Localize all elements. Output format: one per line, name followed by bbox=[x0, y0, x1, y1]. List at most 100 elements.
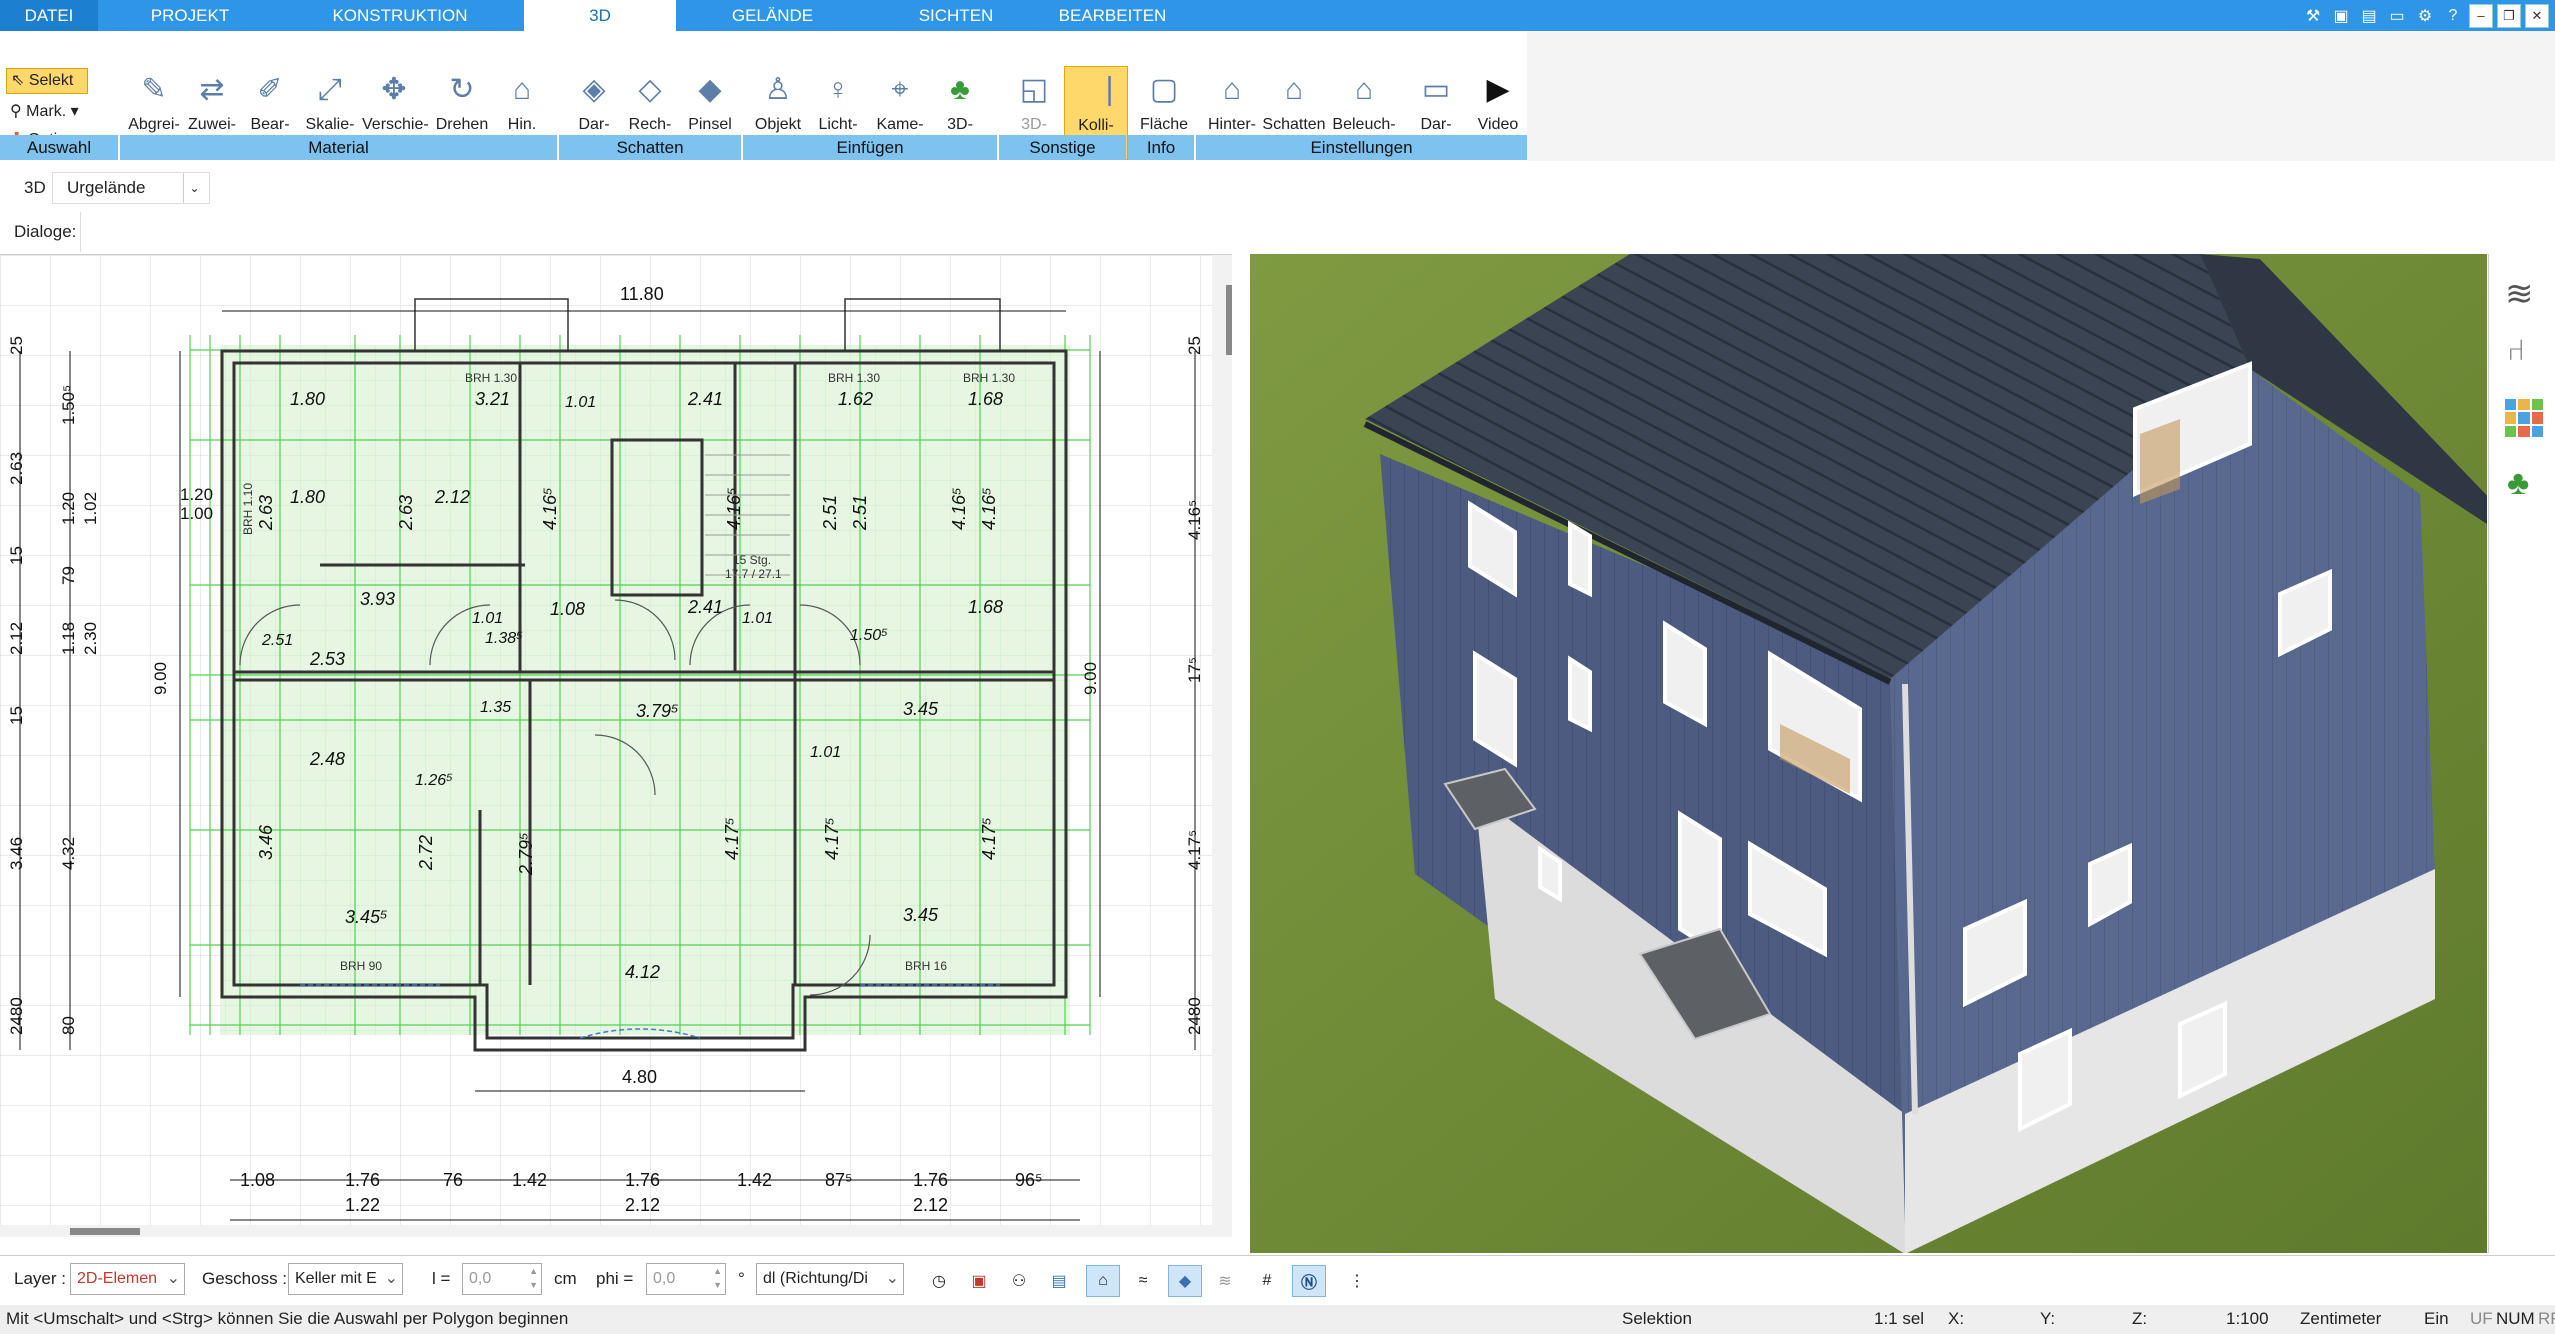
restore-button[interactable]: ❐ bbox=[2497, 3, 2521, 28]
tab-projekt[interactable]: PROJEKT bbox=[118, 0, 262, 31]
ribbon-button-21[interactable]: ▶ Video bbox=[1466, 66, 1530, 136]
dim-text: 87⁵ bbox=[825, 1170, 852, 1190]
compute-icon: ◇ bbox=[638, 73, 662, 106]
room-dim: 2.41 bbox=[687, 389, 723, 409]
folder-icon[interactable]: ▣ bbox=[2329, 4, 2353, 28]
ribbon-button-16[interactable]: ▢ Fläche bbox=[1132, 66, 1196, 136]
ribbon-button-label: Beleuch- bbox=[1332, 116, 1396, 133]
room-dim: 2.41 bbox=[687, 597, 723, 617]
plane-icon[interactable]: ◆ bbox=[1168, 1265, 1202, 1297]
floor-plan-view[interactable]: 11.80 1.80 3.21 2.41 1.62 1.68 1.80 2.12… bbox=[0, 254, 1232, 1237]
tab-3d[interactable]: 3D bbox=[524, 0, 676, 31]
ribbon-button-18[interactable]: ⌂ Schatten bbox=[1262, 66, 1326, 136]
ribbon-button-5[interactable]: ↻ Drehen bbox=[430, 66, 494, 136]
tree-icon[interactable]: ♣ bbox=[2507, 464, 2529, 503]
grid-icon[interactable]: # bbox=[1250, 1265, 1284, 1297]
assign-icon: ⇄ bbox=[199, 73, 225, 106]
window-icon[interactable]: ▭ bbox=[2385, 4, 2409, 28]
status-scale: 1:100 bbox=[2226, 1309, 2269, 1328]
view-label: 3D bbox=[24, 178, 46, 197]
3d-scene[interactable] bbox=[1250, 254, 2487, 1253]
dim-text: 1.22 bbox=[345, 1195, 380, 1215]
group-sonstige: Sonstige bbox=[999, 135, 1126, 160]
north-icon[interactable]: Ⓝ bbox=[1292, 1265, 1326, 1297]
tools-icon[interactable]: ⚒ bbox=[2301, 4, 2325, 28]
dialog-row: Dialoge: bbox=[0, 212, 2555, 252]
dim-text: 4.17⁵ bbox=[1185, 830, 1204, 870]
area-icon: ▢ bbox=[1149, 73, 1179, 106]
tab-konstruktion[interactable]: KONSTRUKTION bbox=[300, 0, 500, 31]
room-dim: 3.45 bbox=[903, 905, 939, 925]
geschoss-value: Keller mit E bbox=[295, 1270, 377, 1287]
tree-bitmap-icon: ♣ bbox=[950, 73, 970, 106]
ribbon-button-label: 3D- bbox=[947, 116, 973, 133]
dim-text: 4.80 bbox=[622, 1067, 657, 1087]
minimize-button[interactable]: – bbox=[2469, 3, 2493, 28]
status-unit: Zentimeter bbox=[2300, 1309, 2382, 1328]
background-icon: ⌂ bbox=[1222, 73, 1242, 106]
view-dropdown[interactable]: Urgelände ⌄ bbox=[52, 172, 210, 204]
room-dim: 4.16⁵ bbox=[540, 487, 560, 530]
section-icon: ◱ bbox=[1019, 73, 1049, 106]
rotate-icon: ↻ bbox=[449, 73, 475, 106]
ribbon-button-9[interactable]: ◆ Pinsel bbox=[678, 66, 742, 136]
chair-icon[interactable]: ⑁ bbox=[2507, 334, 2525, 368]
tab-datei[interactable]: DATEI bbox=[0, 0, 98, 31]
tab-gelaende[interactable]: GELÄNDE bbox=[700, 0, 845, 31]
room-dim: 1.08 bbox=[550, 599, 585, 619]
roof-tool-icon[interactable]: ⌂ bbox=[1086, 1265, 1120, 1297]
dim-text: 1.76 bbox=[913, 1170, 948, 1190]
dim-text: 1.08 bbox=[240, 1170, 275, 1190]
window-controls: ⚒ ▣ ▤ ▭ ⚙ ? – ❐ ✕ bbox=[2301, 0, 2555, 31]
dim-text: 80 bbox=[59, 1016, 78, 1035]
layer-select[interactable]: 2D-Elemen ⌄ bbox=[70, 1263, 185, 1295]
wave-icon[interactable]: ≈ bbox=[1126, 1265, 1160, 1297]
dim-text: 2480 bbox=[7, 997, 26, 1035]
stair-label: 15 Stg. bbox=[733, 553, 771, 567]
ribbon-button-label: Kolli- bbox=[1078, 117, 1114, 134]
tab-bearbeiten[interactable]: BEARBEITEN bbox=[1050, 0, 1175, 31]
plan-vertical-scrollbar[interactable] bbox=[1212, 255, 1232, 1237]
layers-tool-icon[interactable]: ▤ bbox=[1042, 1265, 1076, 1297]
lightbulb-icon: ♀ bbox=[826, 73, 850, 106]
geschoss-select[interactable]: Keller mit E ⌄ bbox=[288, 1263, 403, 1295]
3d-view[interactable] bbox=[1250, 254, 2487, 1253]
plan-horizontal-scroll-thumb[interactable] bbox=[70, 1228, 140, 1235]
plan-horizontal-scrollbar[interactable] bbox=[0, 1225, 1212, 1237]
stack-icon[interactable]: ≋ bbox=[1208, 1265, 1242, 1297]
status-x: X: bbox=[1948, 1309, 1965, 1328]
layers-icon[interactable]: ≋ bbox=[2505, 274, 2534, 314]
group-einstellungen: Einstellungen bbox=[1196, 135, 1527, 160]
room-dim: 4.12 bbox=[625, 962, 660, 982]
mark-button[interactable]: ⚲ Mark. ▾ bbox=[10, 101, 79, 121]
layout-icon[interactable]: ▤ bbox=[2357, 4, 2381, 28]
material-palette-icon[interactable] bbox=[2505, 399, 2543, 437]
settings-icon[interactable]: ⚙ bbox=[2413, 4, 2437, 28]
direction-select[interactable]: dl (Richtung/Di ⌄ bbox=[756, 1263, 904, 1295]
more-icon[interactable]: ⋮ bbox=[1340, 1265, 1374, 1297]
length-input[interactable]: 0,0 ▲ ▼ bbox=[462, 1263, 542, 1295]
phi-input[interactable]: 0,0 ▲ ▼ bbox=[646, 1263, 726, 1295]
selekt-button[interactable]: ⇖ Selekt bbox=[6, 68, 88, 94]
brush-icon: ⌂ bbox=[512, 73, 532, 106]
spinner-icon[interactable]: ▲ ▼ bbox=[713, 1264, 722, 1292]
ribbon-button-label: Bear- bbox=[250, 116, 290, 133]
clock-icon[interactable]: ◷ bbox=[922, 1265, 956, 1297]
status-y: Y: bbox=[2040, 1309, 2056, 1328]
cube-icon: ◈ bbox=[582, 73, 606, 106]
status-uf: UF bbox=[2470, 1309, 2493, 1328]
room-dim: 3.46 bbox=[256, 824, 276, 860]
floor-plan-canvas[interactable]: 11.80 1.80 3.21 2.41 1.62 1.68 1.80 2.12… bbox=[0, 255, 1232, 1237]
figure-icon[interactable]: ⚇ bbox=[1002, 1265, 1036, 1297]
help-icon[interactable]: ? bbox=[2441, 4, 2465, 28]
dim-text: 9.00 bbox=[151, 662, 170, 695]
room-dim: 2.63 bbox=[396, 495, 416, 531]
screen-icon[interactable]: ▣ bbox=[962, 1265, 996, 1297]
dim-text: 1.76 bbox=[345, 1170, 380, 1190]
plan-vertical-scroll-thumb[interactable] bbox=[1226, 285, 1232, 355]
close-button[interactable]: ✕ bbox=[2525, 3, 2549, 28]
tab-sichten[interactable]: SICHTEN bbox=[880, 0, 1032, 31]
ribbon-button-label: Rech- bbox=[628, 116, 672, 133]
ribbon-button-10[interactable]: ♙ Objekt bbox=[746, 66, 810, 136]
spinner-icon[interactable]: ▲ ▼ bbox=[529, 1264, 538, 1292]
